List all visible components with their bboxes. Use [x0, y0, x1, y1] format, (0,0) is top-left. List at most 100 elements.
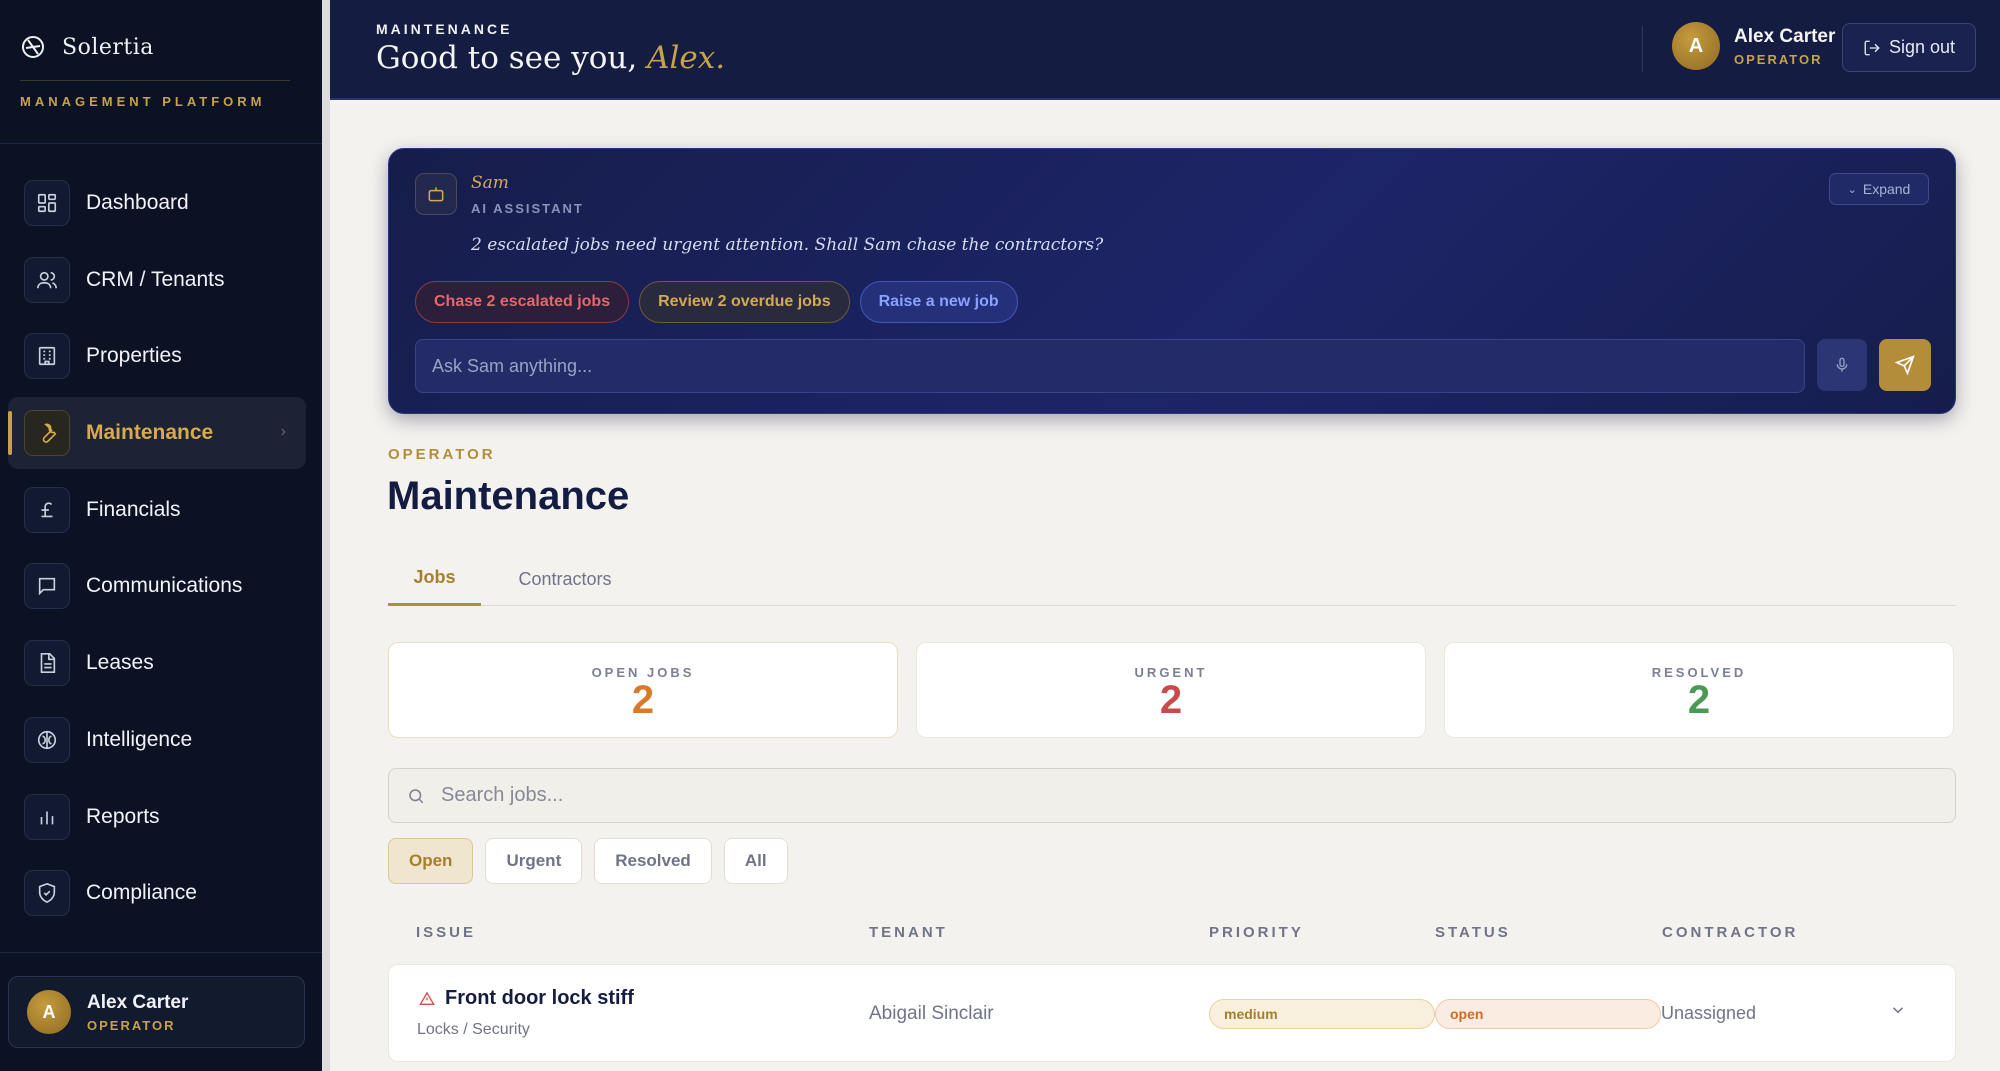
sidebar-item-label: Properties [86, 344, 182, 368]
sidebar-item-crm-tenants[interactable]: CRM / Tenants [8, 244, 306, 316]
sidebar-item-label: Leases [86, 651, 154, 675]
sidebar-scrollbar[interactable] [322, 0, 330, 1071]
brand-subtitle: MANAGEMENT PLATFORM [20, 94, 266, 109]
send-button[interactable] [1879, 339, 1931, 391]
user-role: OPERATOR [1734, 51, 1823, 67]
brand[interactable]: Solertia [20, 34, 154, 60]
ask-sam-input[interactable] [432, 355, 1804, 377]
sidebar-item-dashboard[interactable]: Dashboard [8, 167, 306, 239]
bar-chart-icon [24, 793, 70, 840]
header-user[interactable]: A Alex Carter OPERATOR [1642, 22, 1835, 70]
assistant-message: 2 escalated jobs need urgent attention. … [471, 235, 1104, 255]
building-icon [24, 333, 70, 380]
sidebar-item-label: Compliance [86, 881, 197, 905]
column-header-priority[interactable]: PRIORITY [1209, 924, 1304, 941]
search-bar [388, 768, 1956, 823]
sidebar-nav: Dashboard CRM / Tenants Properties Maint… [8, 167, 306, 934]
filter-all[interactable]: All [723, 838, 788, 884]
sidebar-item-label: Intelligence [86, 727, 193, 751]
sidebar-item-label: Financials [86, 497, 181, 521]
sidebar-item-label: Reports [86, 804, 160, 828]
page-eyebrow: OPERATOR [388, 446, 496, 463]
microphone-icon [1836, 357, 1848, 372]
contractor-name: Unassigned [1661, 1003, 1757, 1023]
sidebar-item-intelligence[interactable]: Intelligence [8, 704, 306, 776]
greeting-text: Good to see you, [376, 40, 638, 76]
expand-label: Expand [1862, 181, 1911, 197]
sidebar-item-communications[interactable]: Communications [8, 550, 306, 622]
greeting-name: Alex. [647, 40, 726, 76]
assistant-role: AI ASSISTANT [471, 201, 584, 216]
sign-out-label: Sign out [1888, 37, 1956, 57]
expand-button[interactable]: ⌄ Expand [1829, 173, 1929, 205]
send-icon [1895, 355, 1915, 375]
sidebar-user-card[interactable]: A Alex Carter OPERATOR [8, 976, 305, 1048]
top-header: MAINTENANCE Good to see you, Alex. A Ale… [330, 0, 2000, 100]
sidebar-item-reports[interactable]: Reports [8, 781, 306, 853]
avatar: A [27, 990, 71, 1034]
warning-icon [419, 991, 435, 1005]
chevron-down-icon[interactable] [1889, 1001, 1913, 1025]
sidebar-item-compliance[interactable]: Compliance [8, 857, 306, 929]
sidebar-item-label: Communications [86, 574, 243, 598]
dashboard-icon [24, 180, 70, 226]
tab-contractors[interactable]: Contractors [505, 552, 625, 606]
sidebar-item-maintenance[interactable]: Maintenance › [8, 397, 306, 470]
user-name: Alex Carter [1734, 25, 1836, 47]
brain-icon [24, 716, 70, 763]
sidebar: Solertia MANAGEMENT PLATFORM Dashboard C… [0, 0, 322, 1071]
column-header-contractor[interactable]: CONTRACTOR [1662, 924, 1798, 941]
ai-assistant-panel: Sam AI ASSISTANT ⌄ Expand 2 escalated jo… [388, 148, 1956, 414]
chase-escalated-chip[interactable]: Chase 2 escalated jobs [415, 281, 630, 323]
shield-icon [24, 870, 70, 917]
mic-button[interactable] [1817, 339, 1867, 391]
sign-out-button[interactable]: Sign out [1842, 23, 1976, 72]
priority-badge: medium [1209, 999, 1435, 1029]
wrench-icon [24, 410, 70, 457]
document-icon [24, 640, 70, 687]
sidebar-item-label: Dashboard [86, 191, 189, 214]
brand-divider [20, 80, 290, 81]
sidebar-item-label: CRM / Tenants [86, 267, 225, 291]
stat-value: 2 [631, 678, 655, 722]
header-eyebrow: MAINTENANCE [376, 21, 513, 37]
sidebar-item-label: Maintenance [86, 421, 214, 445]
stat-value: 2 [1159, 678, 1183, 722]
tab-jobs[interactable]: Jobs [388, 552, 481, 606]
filter-resolved[interactable]: Resolved [594, 838, 712, 884]
message-icon [24, 563, 70, 610]
brand-name: Solertia [62, 34, 154, 60]
sidebar-item-leases[interactable]: Leases [8, 627, 306, 699]
tenant-name: Abigail Sinclair [869, 1003, 994, 1024]
review-overdue-chip[interactable]: Review 2 overdue jobs [639, 281, 850, 323]
chevron-right-icon: › [280, 423, 286, 441]
table-row[interactable]: Front door lock stiff Locks / Security A… [388, 964, 1956, 1062]
issue-title: Front door lock stiff [445, 987, 634, 1009]
sidebar-divider [0, 952, 322, 953]
column-header-status[interactable]: STATUS [1435, 924, 1511, 941]
status-filters: Open Urgent Resolved All [388, 838, 788, 884]
search-icon [409, 788, 424, 803]
issue-cell: Front door lock stiff [419, 987, 634, 1010]
status-badge: open [1435, 999, 1661, 1029]
column-header-issue[interactable]: ISSUE [416, 924, 476, 941]
raise-job-chip[interactable]: Raise a new job [859, 281, 1018, 323]
user-name: Alex Carter [87, 991, 189, 1013]
user-role: OPERATOR [87, 1017, 176, 1033]
users-icon [24, 256, 70, 303]
sidebar-item-financials[interactable]: Financials [8, 474, 306, 546]
ask-sam-field-wrapper [415, 339, 1805, 393]
stat-resolved: RESOLVED 2 [1444, 642, 1954, 738]
logout-icon [1864, 40, 1880, 55]
pound-icon [24, 486, 70, 533]
search-input[interactable] [441, 784, 1835, 807]
column-header-tenant[interactable]: TENANT [869, 924, 948, 941]
stat-open-jobs: OPEN JOBS 2 [388, 642, 898, 738]
greeting: Good to see you, Alex. [376, 40, 725, 76]
issue-category: Locks / Security [417, 1021, 530, 1038]
filter-open[interactable]: Open [388, 838, 474, 884]
sidebar-item-properties[interactable]: Properties [8, 320, 306, 392]
tabs: Jobs Contractors [388, 552, 1956, 606]
filter-urgent[interactable]: Urgent [485, 838, 583, 884]
suggestion-chips: Chase 2 escalated jobs Review 2 overdue … [415, 281, 1018, 323]
